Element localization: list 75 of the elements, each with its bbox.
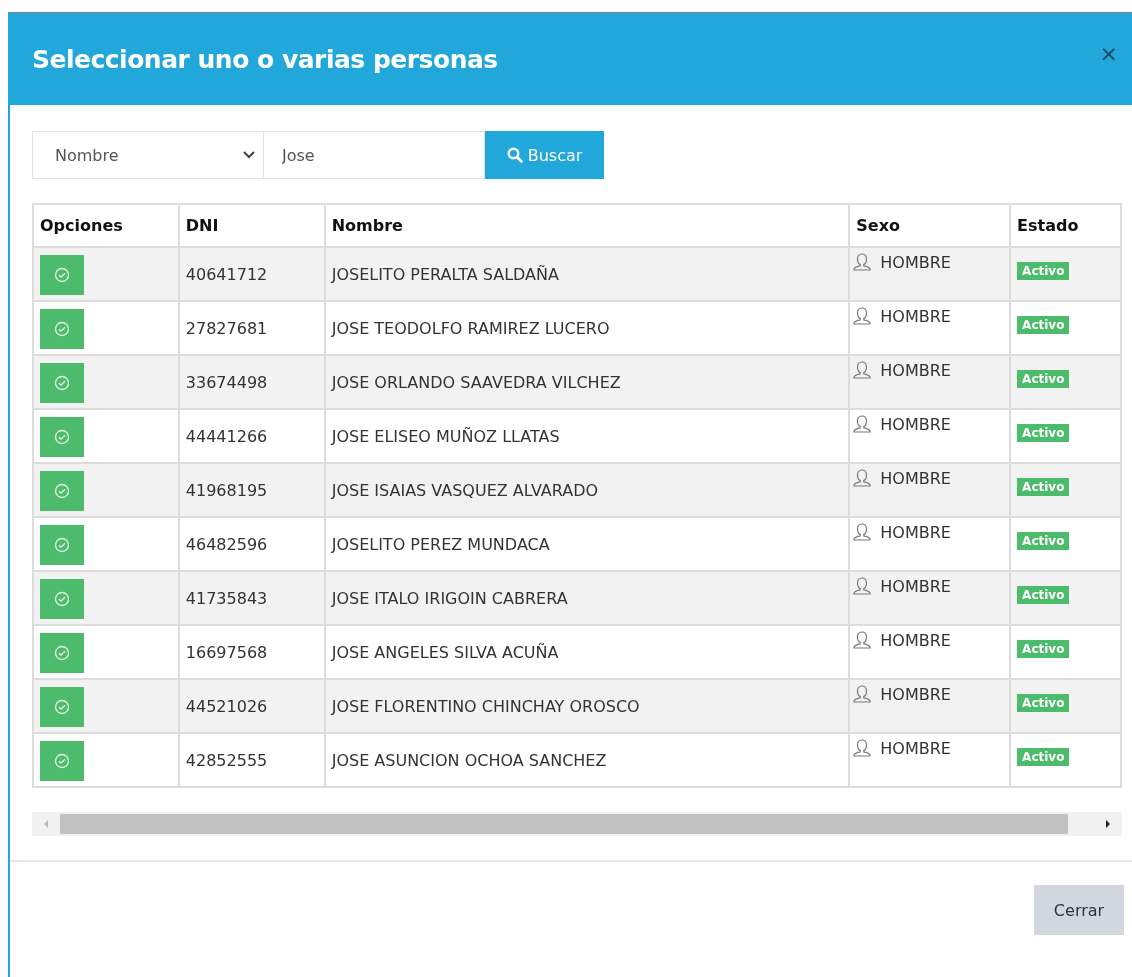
table-cell: JOSE ASUNCION OCHOA SANCHEZ	[324, 733, 850, 787]
select-button[interactable]	[40, 525, 84, 565]
table-cell: JOSE ISAIAS VASQUEZ ALVARADO	[324, 463, 850, 517]
table-cell: JOSE ORLANDO SAAVEDRA VILCHEZ	[324, 355, 850, 409]
select-button[interactable]	[40, 579, 84, 619]
check-circle-icon	[54, 591, 70, 607]
table-cell: JOSELITO PERALTA SALDAÑA	[324, 247, 850, 301]
scrollbar-thumb[interactable]	[60, 814, 1068, 834]
table-cell: 44521026	[178, 679, 325, 733]
select-button[interactable]	[40, 687, 84, 727]
status-badge: Activo	[1017, 586, 1070, 604]
table-cell: JOSE FLORENTINO CHINCHAY OROSCO	[324, 679, 850, 733]
check-circle-icon	[54, 267, 70, 283]
select-button[interactable]	[40, 741, 84, 781]
close-dialog-button[interactable]: Cerrar	[1034, 885, 1124, 935]
user-icon	[852, 522, 873, 542]
select-button[interactable]	[40, 633, 84, 673]
status-badge: Activo	[1017, 532, 1070, 550]
horizontal-scrollbar[interactable]	[32, 812, 1122, 836]
table-cell: HOMBRE	[880, 360, 951, 380]
user-icon	[852, 414, 873, 434]
user-icon	[852, 576, 873, 596]
field-dropdown[interactable]: Nombre	[32, 131, 264, 179]
table-cell: HOMBRE	[880, 306, 951, 326]
modal-title: Seleccionar uno o varias personas	[32, 44, 498, 74]
table-cell: 42852555	[178, 733, 325, 787]
select-button[interactable]	[40, 255, 84, 295]
table-cell: HOMBRE	[880, 522, 951, 542]
check-circle-icon	[54, 375, 70, 391]
table-cell: HOMBRE	[880, 738, 951, 758]
close-button[interactable]: ×	[1099, 40, 1118, 66]
table-cell: HOMBRE	[880, 468, 951, 488]
check-circle-icon	[54, 483, 70, 499]
table-cell: HOMBRE	[880, 576, 951, 596]
check-circle-icon	[54, 537, 70, 553]
user-icon	[852, 306, 873, 326]
check-circle-icon	[54, 753, 70, 769]
table-cell: HOMBRE	[880, 414, 951, 434]
select-button[interactable]	[40, 471, 84, 511]
scroll-right-icon[interactable]	[1104, 819, 1112, 829]
status-badge: Activo	[1017, 370, 1070, 388]
user-icon	[852, 468, 873, 488]
scroll-left-icon[interactable]	[42, 819, 50, 829]
user-icon	[852, 684, 873, 704]
select-button[interactable]	[40, 309, 84, 349]
search-field[interactable]: Jose	[264, 131, 485, 179]
table-cell: HOMBRE	[880, 630, 951, 650]
check-circle-icon	[54, 699, 70, 715]
search-icon	[506, 147, 523, 163]
status-badge: Activo	[1017, 694, 1070, 712]
table-cell: JOSE ITALO IRIGOIN CABRERA	[324, 571, 850, 625]
select-button[interactable]	[40, 363, 84, 403]
status-badge: Activo	[1017, 640, 1070, 658]
check-circle-icon	[54, 645, 70, 661]
column-header: Opciones	[33, 204, 179, 247]
status-badge: Activo	[1017, 316, 1070, 334]
status-badge: Activo	[1017, 748, 1070, 766]
user-icon	[852, 630, 873, 650]
column-header: Nombre	[324, 204, 850, 247]
chevron-icon	[243, 151, 255, 159]
table-cell: 33674498	[178, 355, 325, 409]
status-badge: Activo	[1017, 424, 1070, 442]
table-cell: 41968195	[178, 463, 325, 517]
select-button[interactable]	[40, 417, 84, 457]
table-cell: HOMBRE	[880, 252, 951, 272]
user-icon	[852, 360, 873, 380]
status-badge: Activo	[1017, 478, 1070, 496]
status-badge: Activo	[1017, 262, 1070, 280]
check-circle-icon	[54, 321, 70, 337]
check-circle-icon	[54, 429, 70, 445]
table-cell: 40641712	[178, 247, 325, 301]
table-cell: HOMBRE	[880, 684, 951, 704]
user-icon	[852, 252, 873, 272]
user-icon	[852, 738, 873, 758]
table-cell: 41735843	[178, 571, 325, 625]
